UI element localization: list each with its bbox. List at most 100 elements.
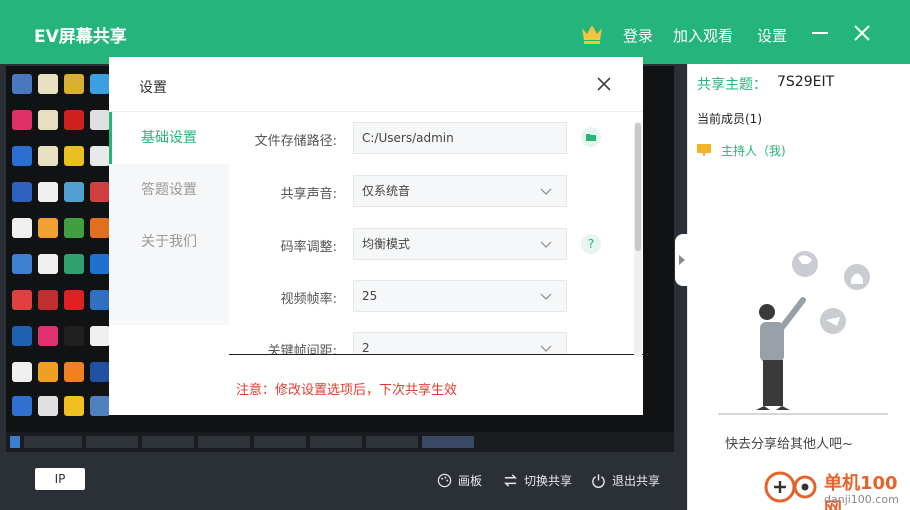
desktop-icon <box>38 396 58 416</box>
whiteboard-button[interactable]: 画板 <box>437 470 482 490</box>
desktop-icon <box>64 218 84 238</box>
share-prompt: 快去分享给其他人吧~ <box>725 437 853 452</box>
minimize-icon[interactable] <box>811 25 829 41</box>
path-field[interactable]: C:/Users/admin <box>353 122 567 154</box>
bitrate-help-icon[interactable]: ? <box>581 234 601 254</box>
nav-quiz-settings[interactable]: 答题设置 <box>109 164 229 216</box>
nav-about-us[interactable]: 关于我们 <box>109 216 229 268</box>
power-icon <box>592 473 605 488</box>
desktop-icon <box>90 110 110 130</box>
desktop-icon <box>64 254 84 274</box>
member-count: 当前成员(1) <box>697 112 762 126</box>
settings-link[interactable]: 设置 <box>757 25 787 46</box>
join-watch-link[interactable]: 加入观看 <box>673 25 733 46</box>
chevron-down-icon <box>540 345 552 352</box>
desktop-icon <box>64 146 84 166</box>
desktop-icon <box>38 182 58 202</box>
collapse-panel-button[interactable] <box>675 234 689 286</box>
bitrate-select[interactable]: 均衡模式 <box>353 228 567 260</box>
ip-button[interactable]: IP <box>35 468 85 490</box>
desktop-icon <box>90 74 110 94</box>
desktop-icon <box>12 254 32 274</box>
fps-select[interactable]: 25 <box>353 280 567 312</box>
preview-taskbar <box>6 432 674 452</box>
title-bar: EV屏幕共享 登录 加入观看 设置 <box>0 0 910 64</box>
desktop-icon <box>38 362 58 382</box>
watermark-logo-icon <box>764 471 817 503</box>
desktop-icon <box>64 326 84 346</box>
login-link[interactable]: 登录 <box>623 25 653 46</box>
desktop-icon <box>64 182 84 202</box>
audio-label: 共享声音: <box>280 187 337 202</box>
desktop-icon <box>38 326 58 346</box>
presenter-icon <box>697 144 711 156</box>
bitrate-value: 均衡模式 <box>362 237 411 251</box>
crown-icon[interactable] <box>580 22 604 44</box>
switch-share-label: 切换共享 <box>524 473 573 488</box>
bottom-toolbar: IP 画板 切换共享 退出共享 <box>0 456 687 510</box>
path-value: C:/Users/admin <box>362 131 454 145</box>
nav-basic-settings[interactable]: 基础设置 <box>109 112 229 164</box>
desktop-icon <box>38 74 58 94</box>
desktop-icon <box>12 110 32 130</box>
share-topic-code: 7S29EIT <box>777 74 835 90</box>
exit-share-button[interactable]: 退出共享 <box>591 470 660 490</box>
watermark-url: danji100.com <box>824 493 899 506</box>
desktop-icon <box>12 396 32 416</box>
bitrate-label: 码率调整: <box>280 240 337 255</box>
settings-dialog: 设置 基础设置 答题设置 关于我们 文件存储路径: C:/Users/admin <box>109 57 643 415</box>
desktop-icon <box>90 326 110 346</box>
path-label: 文件存储路径: <box>254 134 337 149</box>
audio-row: 共享声音: <box>229 175 337 207</box>
folder-icon <box>586 134 596 141</box>
desktop-icon <box>38 254 58 274</box>
share-topic-label: 共享主题： <box>697 77 767 93</box>
desktop-icon <box>38 146 58 166</box>
desktop-icon <box>64 110 84 130</box>
desktop-icon <box>12 362 32 382</box>
desktop-icon <box>90 218 110 238</box>
settings-nav: 基础设置 答题设置 关于我们 <box>109 112 229 325</box>
nav-active-indicator <box>109 112 112 164</box>
dialog-close-icon[interactable] <box>596 76 612 92</box>
desktop-icon <box>64 290 84 310</box>
desktop-icon <box>90 254 110 274</box>
browse-folder-button[interactable] <box>581 127 601 147</box>
desktop-icon <box>38 218 58 238</box>
desktop-icon <box>64 396 84 416</box>
desktop-icon <box>12 218 32 238</box>
desktop-icon <box>12 290 32 310</box>
desktop-icon <box>12 182 32 202</box>
desktop-icon <box>38 290 58 310</box>
chevron-down-icon <box>540 188 552 195</box>
switch-share-button[interactable]: 切换共享 <box>503 470 572 490</box>
host-member: 主持人（我) <box>721 144 786 158</box>
share-illustration <box>718 251 888 415</box>
desktop-icon <box>64 362 84 382</box>
desktop-icon <box>64 74 84 94</box>
desktop-icon <box>12 146 32 166</box>
exit-share-label: 退出共享 <box>612 473 661 488</box>
audio-select[interactable]: 仅系统音 <box>353 175 567 207</box>
desktop-icon <box>90 290 110 310</box>
fps-row: 视频帧率: <box>229 280 337 312</box>
desktop-icon <box>90 362 110 382</box>
bitrate-row: 码率调整: <box>229 228 337 260</box>
settings-notice: 注意：修改设置选项后，下次共享生效 <box>236 383 458 398</box>
whiteboard-label: 画板 <box>458 473 483 488</box>
desktop-icon <box>90 396 110 416</box>
fps-value: 25 <box>362 289 378 303</box>
dialog-footer-divider <box>229 354 643 355</box>
audio-value: 仅系统音 <box>362 184 411 198</box>
path-row: 文件存储路径: <box>229 122 337 154</box>
chevron-down-icon <box>540 241 552 248</box>
fps-label: 视频帧率: <box>280 292 337 307</box>
desktop-icon <box>38 110 58 130</box>
close-icon[interactable] <box>853 24 871 42</box>
nav-label: 关于我们 <box>141 234 197 250</box>
nav-label: 答题设置 <box>141 182 197 198</box>
start-icon <box>10 436 20 448</box>
dialog-scrollbar-thumb[interactable] <box>635 123 641 251</box>
app-window: EV屏幕共享 登录 加入观看 设置 设置 基础设置 答题设置 关于我们 文件存储… <box>0 0 910 510</box>
dialog-title: 设置 <box>139 80 167 96</box>
